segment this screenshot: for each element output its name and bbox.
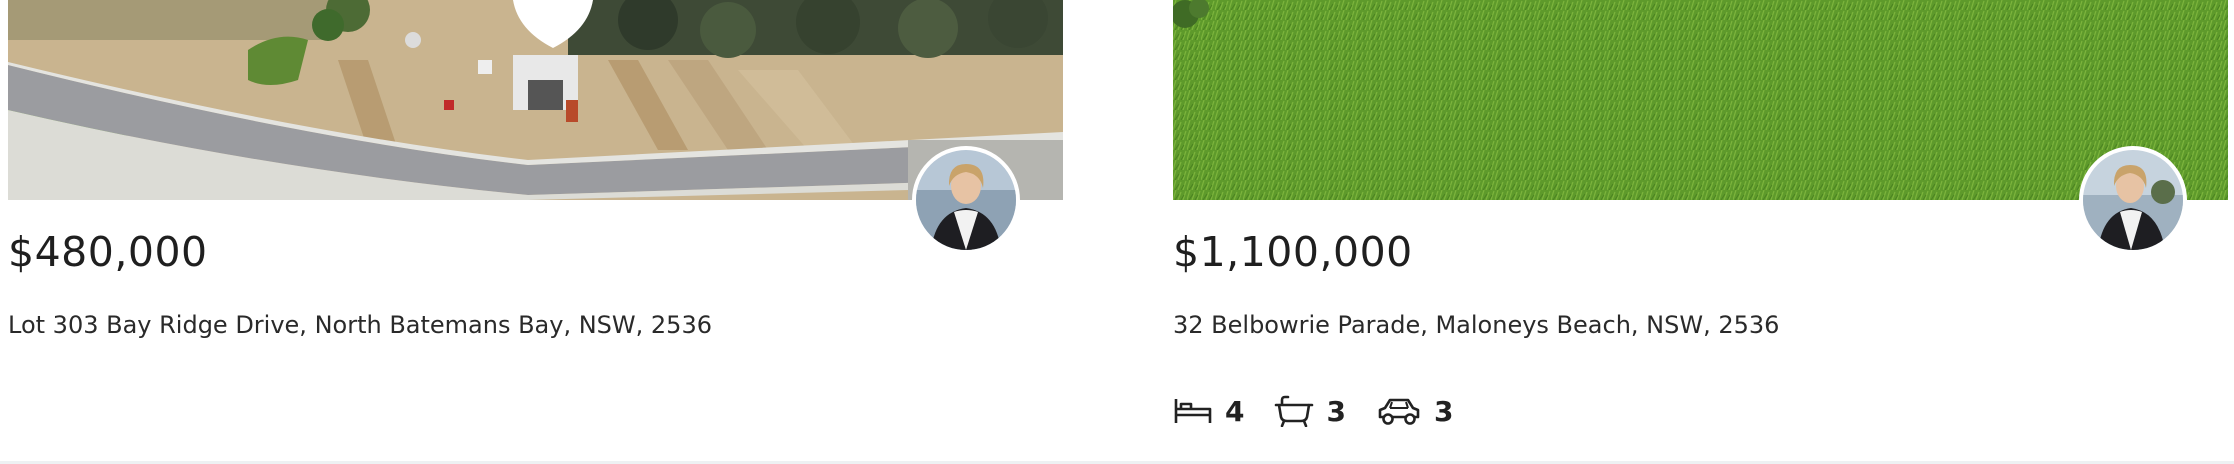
car-spaces-feature: 3 <box>1376 395 1453 428</box>
grass-lawn-photo <box>1173 0 2228 200</box>
listing-features: 4 3 3 <box>1173 391 1483 431</box>
bathrooms-feature: 3 <box>1274 394 1346 428</box>
car-spaces-count: 3 <box>1433 394 1454 428</box>
agent-avatar-photo <box>916 150 1016 250</box>
listing-address[interactable]: Lot 303 Bay Ridge Drive, North Batemans … <box>8 311 712 339</box>
listings-page: $480,000 Lot 303 Bay Ridge Drive, North … <box>0 0 2234 464</box>
agent-avatar[interactable] <box>2079 146 2187 254</box>
car-icon <box>1376 395 1422 427</box>
bedrooms-feature: 4 <box>1173 395 1244 428</box>
agent-avatar-photo <box>2083 150 2183 250</box>
agent-avatar[interactable] <box>912 146 1020 254</box>
listing-photo[interactable] <box>1173 0 2228 200</box>
bedrooms-count: 4 <box>1225 394 1245 428</box>
listing-price[interactable]: $1,100,000 <box>1173 228 1413 276</box>
listing-card[interactable]: $480,000 Lot 303 Bay Ridge Drive, North … <box>8 0 1063 339</box>
bathrooms-count: 3 <box>1326 394 1346 428</box>
aerial-land-photo <box>8 0 1063 200</box>
bath-icon <box>1274 395 1314 427</box>
listing-address[interactable]: 32 Belbowrie Parade, Maloneys Beach, NSW… <box>1173 311 1779 339</box>
listing-card[interactable]: $1,100,000 32 Belbowrie Parade, Maloneys… <box>1173 0 2228 428</box>
listing-photo[interactable] <box>8 0 1063 200</box>
bed-icon <box>1173 395 1213 427</box>
listing-price[interactable]: $480,000 <box>8 228 208 276</box>
